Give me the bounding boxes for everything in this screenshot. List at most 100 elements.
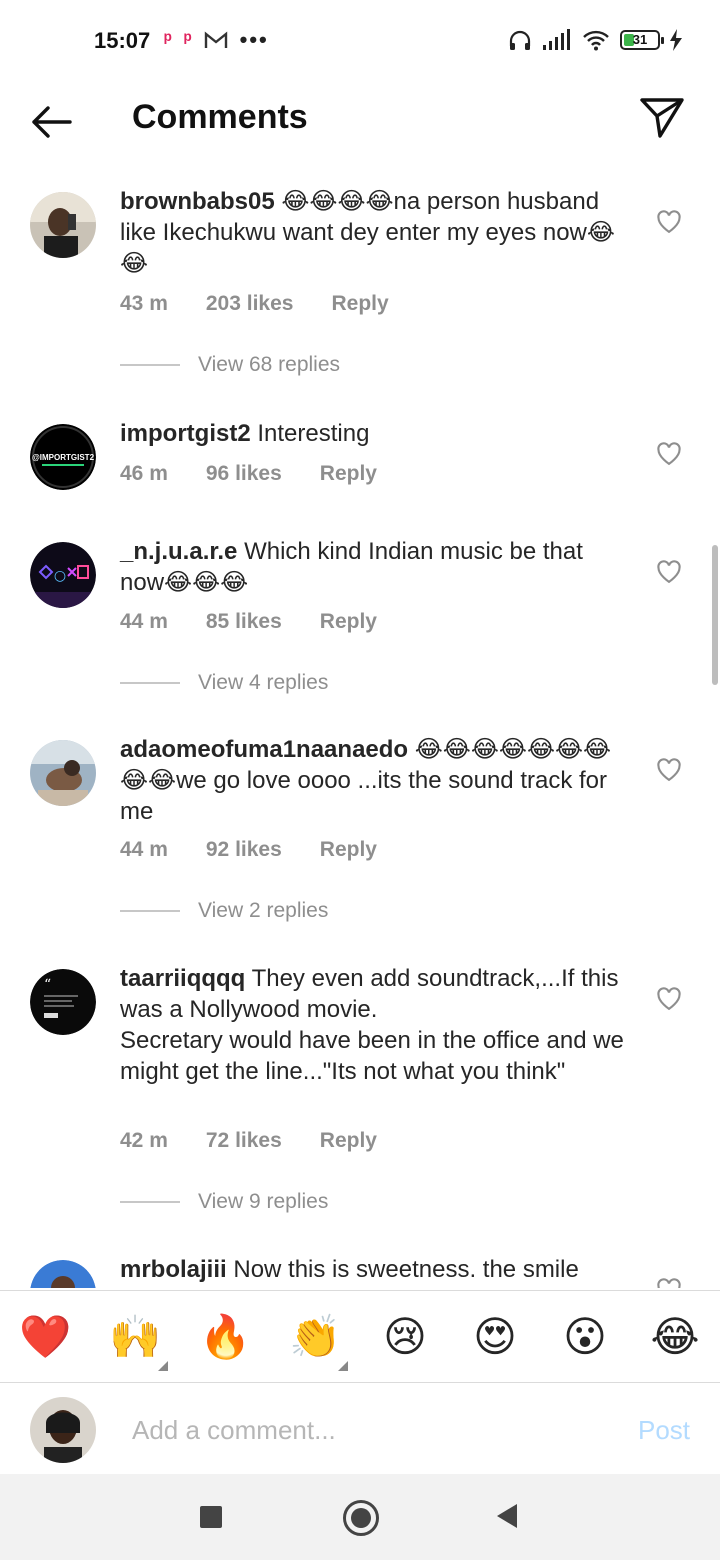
skin-tone-indicator	[338, 1361, 348, 1371]
comment-likes[interactable]: 85 likes	[206, 610, 282, 634]
arrow-left-icon	[32, 106, 72, 138]
heart-icon[interactable]	[655, 440, 683, 468]
back-button[interactable]	[28, 102, 76, 142]
replies-divider	[120, 364, 180, 366]
headphones-icon	[509, 30, 531, 50]
comment-likes[interactable]: 72 likes	[206, 1129, 282, 1153]
reaction-heart[interactable]: ❤️	[19, 1311, 71, 1363]
heart-icon[interactable]	[655, 208, 683, 236]
comment-message: Interesting	[257, 420, 370, 447]
page-title: Comments	[132, 98, 308, 136]
reaction-heart-eyes[interactable]: 😍	[469, 1311, 521, 1363]
comment-text: _n.j.u.a.r.e Which kind Indian music be …	[120, 536, 630, 598]
avatar[interactable]	[30, 740, 96, 806]
nav-back-button[interactable]	[497, 1504, 517, 1528]
comment-text: adaomeofuma1naanaedo 😂😂😂😂😂😂😂😂😂we go love…	[120, 734, 630, 827]
replies-divider	[120, 910, 180, 912]
notification-icons: ᵖ ᵖ •••	[164, 28, 269, 52]
comment-username[interactable]: adaomeofuma1naanaedo	[120, 736, 408, 763]
reply-button[interactable]: Reply	[331, 292, 388, 316]
comment-time: 44 m	[120, 610, 168, 633]
avatar[interactable]	[30, 192, 96, 258]
heart-icon[interactable]	[655, 756, 683, 784]
share-button[interactable]	[638, 96, 686, 140]
heart-icon[interactable]	[655, 985, 683, 1013]
view-replies-button[interactable]: View 9 replies	[120, 1190, 328, 1214]
reaction-fire[interactable]: 🔥	[199, 1311, 251, 1363]
reaction-crying[interactable]: 😢	[379, 1311, 431, 1363]
view-replies-label: View 2 replies	[198, 899, 329, 922]
comment-text: taarriiqqqq They even add soundtrack,...…	[120, 963, 630, 1087]
reaction-laughing[interactable]: 😂	[649, 1311, 701, 1363]
replies-divider	[120, 682, 180, 684]
comment-username[interactable]: brownbabs05	[120, 188, 275, 215]
avatar[interactable]: ○	[30, 542, 96, 608]
comment-meta: 44 m 85 likes Reply	[120, 610, 377, 634]
comment-message: Now this is sweetness. the smile	[233, 1256, 579, 1283]
comment-meta: 42 m 72 likes Reply	[120, 1129, 377, 1153]
view-replies-button[interactable]: View 68 replies	[120, 353, 340, 377]
p-app-icon: ᵖ	[164, 29, 172, 51]
comment-likes[interactable]: 203 likes	[206, 292, 294, 316]
heart-icon[interactable]	[655, 1276, 683, 1288]
battery-icon: 31	[620, 30, 664, 50]
comment-username[interactable]: _n.j.u.a.r.e	[120, 538, 237, 565]
more-dots-icon: •••	[239, 27, 269, 52]
view-replies-button[interactable]: View 4 replies	[120, 671, 328, 695]
header: Comments	[0, 80, 720, 160]
comment-time: 43 m	[120, 292, 168, 315]
scrollbar[interactable]	[712, 545, 718, 685]
quick-reactions-bar: ❤️ 🙌 🔥 👏 😢 😍 😮 😂	[0, 1290, 720, 1383]
svg-text:○: ○	[54, 568, 66, 584]
reply-button[interactable]: Reply	[320, 1129, 377, 1153]
avatar-text: @IMPORTGIST2	[32, 453, 95, 462]
heart-icon[interactable]	[655, 558, 683, 586]
avatar[interactable]: “	[30, 969, 96, 1035]
replies-divider	[120, 1201, 180, 1203]
home-button[interactable]	[343, 1500, 379, 1536]
view-replies-label: View 9 replies	[198, 1190, 329, 1213]
post-button[interactable]: Post	[638, 1415, 690, 1446]
comment-meta: 46 m 96 likes Reply	[120, 462, 377, 486]
reaction-clapping[interactable]: 👏	[289, 1311, 341, 1363]
system-icons: 31	[508, 28, 682, 52]
paper-plane-icon	[640, 98, 684, 138]
comment-username[interactable]: taarriiqqqq	[120, 965, 245, 992]
p-app-icon: ᵖ	[183, 29, 192, 51]
charging-icon	[670, 29, 682, 51]
comment-composer: Post	[0, 1382, 720, 1475]
reaction-raising-hands[interactable]: 🙌	[109, 1311, 161, 1363]
recents-button[interactable]	[200, 1506, 222, 1528]
view-replies-label: View 68 replies	[198, 353, 341, 376]
avatar[interactable]	[30, 1260, 96, 1288]
comment-text: importgist2 Interesting	[120, 418, 630, 449]
my-avatar	[30, 1397, 96, 1463]
comment-username[interactable]: mrbolajiii	[120, 1256, 227, 1283]
comment-text: brownbabs05 😂😂😂😂na person husband like I…	[120, 186, 630, 279]
svg-text:“: “	[44, 977, 51, 993]
comment-meta: 44 m 92 likes Reply	[120, 838, 377, 862]
comment-meta: 43 m 203 likes Reply	[120, 292, 389, 316]
view-replies-button[interactable]: View 2 replies	[120, 899, 328, 923]
avatar[interactable]: @IMPORTGIST2	[30, 424, 96, 490]
wifi-icon	[583, 30, 609, 51]
comment-time: 44 m	[120, 838, 168, 861]
reply-button[interactable]: Reply	[320, 462, 377, 486]
reply-button[interactable]: Reply	[320, 838, 377, 862]
comment-text: mrbolajiii Now this is sweetness. the sm…	[120, 1254, 630, 1285]
comment-likes[interactable]: 96 likes	[206, 462, 282, 486]
signal-icon	[543, 29, 570, 50]
system-nav-bar	[0, 1474, 720, 1560]
reply-button[interactable]: Reply	[320, 610, 377, 634]
status-time: 15:07	[94, 28, 151, 53]
comment-likes[interactable]: 92 likes	[206, 838, 282, 862]
comment-time: 42 m	[120, 1129, 168, 1152]
comment-input[interactable]	[130, 1405, 614, 1455]
skin-tone-indicator	[158, 1361, 168, 1371]
comment-username[interactable]: importgist2	[120, 420, 251, 447]
gmail-icon	[204, 31, 227, 48]
comments-list[interactable]: brownbabs05 😂😂😂😂na person husband like I…	[0, 160, 720, 1288]
status-bar: 15:07 ᵖ ᵖ ••• 31	[0, 0, 720, 80]
view-replies-label: View 4 replies	[198, 671, 329, 694]
reaction-surprised[interactable]: 😮	[559, 1311, 611, 1363]
